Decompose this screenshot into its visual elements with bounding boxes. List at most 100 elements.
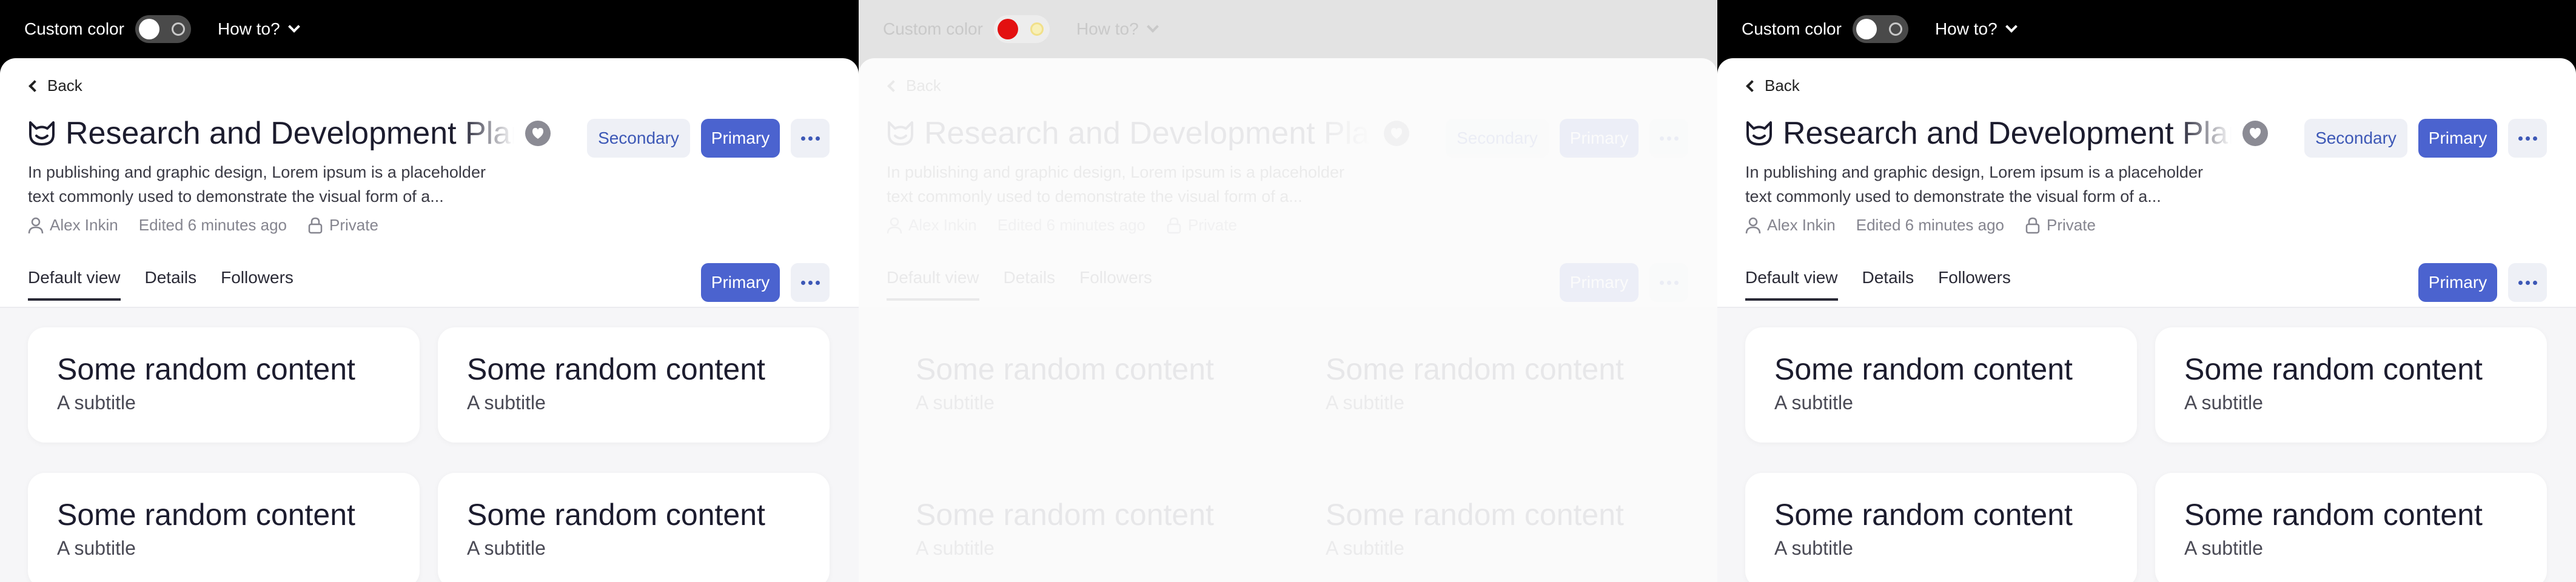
page-title: Research and Development Plan bbox=[65, 116, 514, 151]
tab-bar: Default view Details Followers bbox=[887, 268, 1176, 301]
tab-more-button[interactable] bbox=[2508, 263, 2547, 302]
author-meta: Alex Inkin bbox=[887, 216, 977, 235]
tab-default-view[interactable]: Default view bbox=[1745, 268, 1838, 301]
top-bar: Custom color How to? bbox=[1717, 0, 2576, 58]
card-subtitle: A subtitle bbox=[57, 392, 136, 413]
back-link[interactable]: Back bbox=[29, 76, 82, 95]
content-card[interactable]: Some random content A subtitle bbox=[28, 473, 420, 582]
tab-details[interactable]: Details bbox=[145, 268, 197, 301]
tab-more-button[interactable] bbox=[791, 263, 830, 302]
content-card[interactable]: Some random content A subtitle bbox=[1745, 327, 2137, 443]
visibility-label: Private bbox=[329, 216, 378, 234]
more-dots-icon bbox=[2518, 136, 2537, 141]
user-icon bbox=[1745, 217, 1761, 233]
secondary-button[interactable]: Secondary bbox=[1446, 119, 1549, 158]
top-bar: Custom color How to? bbox=[859, 0, 1717, 58]
card-title: Some random content bbox=[57, 498, 355, 532]
tab-default-view[interactable]: Default view bbox=[887, 268, 979, 301]
tab-more-button[interactable] bbox=[1649, 263, 1688, 302]
content-card[interactable]: Some random content A subtitle bbox=[887, 473, 1278, 582]
custom-color-toggle[interactable] bbox=[993, 15, 1050, 43]
back-link[interactable]: Back bbox=[887, 76, 941, 95]
content-card[interactable]: Some random content A subtitle bbox=[887, 327, 1278, 443]
secondary-button[interactable]: Secondary bbox=[2304, 119, 2407, 158]
visibility-meta: Private bbox=[307, 216, 378, 235]
card-subtitle: A subtitle bbox=[916, 392, 995, 413]
panel-2: Custom color How to? Back Research and D… bbox=[859, 0, 1717, 582]
title-row: Research and Development Plan bbox=[28, 115, 551, 152]
tab-followers[interactable]: Followers bbox=[1938, 268, 2011, 301]
visibility-meta: Private bbox=[1166, 216, 1237, 235]
verified-badge-icon bbox=[1384, 121, 1409, 146]
card-subtitle: A subtitle bbox=[916, 537, 995, 559]
verified-badge-icon bbox=[525, 121, 551, 146]
chevron-down-icon bbox=[2005, 21, 2018, 33]
tab-followers[interactable]: Followers bbox=[1079, 268, 1152, 301]
how-to-dropdown[interactable]: How to? bbox=[1935, 19, 2018, 39]
card-title: Some random content bbox=[467, 352, 765, 386]
content-card[interactable]: Some random content A subtitle bbox=[438, 327, 830, 443]
back-link[interactable]: Back bbox=[1746, 76, 1800, 95]
edited-meta: Edited 6 minutes ago bbox=[1856, 216, 2004, 235]
content-card[interactable]: Some random content A subtitle bbox=[28, 327, 420, 443]
tab-default-view[interactable]: Default view bbox=[28, 268, 121, 301]
primary-button[interactable]: Primary bbox=[2418, 119, 2497, 158]
toggle-knob bbox=[997, 19, 1018, 39]
card-subtitle: A subtitle bbox=[2184, 392, 2263, 413]
content-card[interactable]: Some random content A subtitle bbox=[2155, 473, 2547, 582]
custom-color-toggle[interactable] bbox=[135, 15, 191, 43]
panel-1: Custom color How to? Back Research and D… bbox=[0, 0, 859, 582]
how-to-dropdown[interactable]: How to? bbox=[1076, 19, 1159, 39]
chevron-down-icon bbox=[287, 21, 300, 33]
more-button[interactable] bbox=[791, 119, 830, 158]
card-subtitle: A subtitle bbox=[1326, 537, 1404, 559]
card-subtitle: A subtitle bbox=[467, 537, 546, 559]
tab-details[interactable]: Details bbox=[1862, 268, 1914, 301]
content-card[interactable]: Some random content A subtitle bbox=[1296, 327, 1688, 443]
tab-primary-button[interactable]: Primary bbox=[701, 263, 780, 302]
author-name: Alex Inkin bbox=[908, 216, 977, 234]
how-to-dropdown[interactable]: How to? bbox=[217, 19, 300, 39]
tab-details[interactable]: Details bbox=[1004, 268, 1056, 301]
toggle-color-indicator bbox=[1030, 22, 1044, 36]
secondary-button[interactable]: Secondary bbox=[587, 119, 690, 158]
content-card[interactable]: Some random content A subtitle bbox=[1296, 473, 1688, 582]
visibility-label: Private bbox=[2047, 216, 2096, 234]
panel-3: Custom color How to? Back Research and D… bbox=[1717, 0, 2576, 582]
toggle-knob bbox=[1856, 19, 1877, 39]
primary-button[interactable]: Primary bbox=[1560, 119, 1639, 158]
card-subtitle: A subtitle bbox=[57, 537, 136, 559]
more-button[interactable] bbox=[2508, 119, 2547, 158]
how-to-label: How to? bbox=[217, 19, 280, 38]
card-title: Some random content bbox=[2184, 498, 2483, 532]
custom-color-toggle[interactable] bbox=[1852, 15, 1908, 43]
edited-meta: Edited 6 minutes ago bbox=[139, 216, 287, 235]
content-card[interactable]: Some random content A subtitle bbox=[438, 473, 830, 582]
edited-meta: Edited 6 minutes ago bbox=[998, 216, 1145, 235]
author-meta: Alex Inkin bbox=[28, 216, 118, 235]
lock-icon bbox=[308, 217, 323, 233]
more-button[interactable] bbox=[1649, 119, 1688, 158]
tab-followers[interactable]: Followers bbox=[221, 268, 293, 301]
card-title: Some random content bbox=[57, 352, 355, 386]
content-card[interactable]: Some random content A subtitle bbox=[2155, 327, 2547, 443]
author-name: Alex Inkin bbox=[1767, 216, 1836, 234]
custom-color-label: Custom color bbox=[24, 19, 124, 38]
card-title: Some random content bbox=[916, 498, 1214, 532]
tab-primary-button[interactable]: Primary bbox=[1560, 263, 1639, 302]
card-title: Some random content bbox=[2184, 352, 2483, 386]
card-title: Some random content bbox=[1326, 498, 1624, 532]
back-label: Back bbox=[47, 76, 82, 95]
chevron-left-icon bbox=[1746, 79, 1758, 92]
edited-time: Edited 6 minutes ago bbox=[138, 216, 287, 234]
tab-primary-button[interactable]: Primary bbox=[2418, 263, 2497, 302]
chevron-down-icon bbox=[1146, 21, 1159, 33]
page-description: In publishing and graphic design, Lorem … bbox=[887, 163, 1344, 206]
primary-button[interactable]: Primary bbox=[701, 119, 780, 158]
page-title: Research and Development Plan bbox=[924, 116, 1373, 151]
custom-color-label: Custom color bbox=[1742, 19, 1842, 38]
top-bar: Custom color How to? bbox=[0, 0, 859, 58]
user-icon bbox=[887, 217, 902, 233]
content-card[interactable]: Some random content A subtitle bbox=[1745, 473, 2137, 582]
user-icon bbox=[28, 217, 44, 233]
